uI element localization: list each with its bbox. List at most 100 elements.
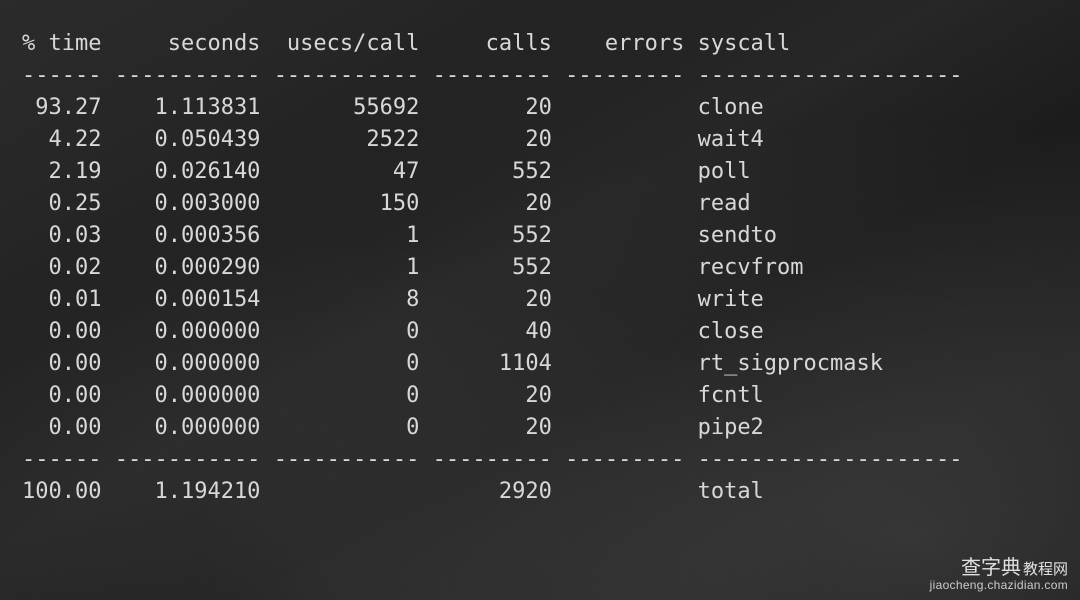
- watermark: 查字典教程网 jiaocheng.chazidian.com: [930, 557, 1068, 592]
- table-row: 0.00 0.000000 0 40 close: [22, 316, 1058, 348]
- cell-pct_time-r8: 0.00: [22, 351, 101, 376]
- header-syscall: syscall: [698, 31, 963, 56]
- divider-seconds: -----------: [115, 63, 261, 88]
- strace-summary-output: % time seconds usecs/call calls errors s…: [0, 0, 1080, 508]
- table-row: 0.00 0.000000 0 20 pipe2: [22, 412, 1058, 444]
- cell-errors-r3: [565, 191, 684, 216]
- cell-calls-r8: 1104: [433, 351, 552, 376]
- cell-syscall-r4: sendto: [698, 223, 963, 248]
- table-row: 2.19 0.026140 47 552 poll: [22, 156, 1058, 188]
- cell-usecs_call-r5: 1: [274, 255, 420, 280]
- watermark-url: jiaocheng.chazidian.com: [930, 579, 1068, 592]
- cell-calls-r5: 552: [433, 255, 552, 280]
- cell-seconds-total: 1.194210: [115, 479, 261, 504]
- cell-pct_time-r4: 0.03: [22, 223, 101, 248]
- table-row: 0.02 0.000290 1 552 recvfrom: [22, 252, 1058, 284]
- cell-syscall-r9: fcntl: [698, 383, 963, 408]
- cell-errors-total: [565, 479, 684, 504]
- header-usecs_call: usecs/call: [274, 31, 420, 56]
- cell-pct_time-total: 100.00: [22, 479, 101, 504]
- cell-seconds-r4: 0.000356: [115, 223, 261, 248]
- cell-seconds-r2: 0.026140: [115, 159, 261, 184]
- table-row: 4.22 0.050439 2522 20 wait4: [22, 124, 1058, 156]
- cell-syscall-r3: read: [698, 191, 963, 216]
- divider-syscall: --------------------: [698, 63, 963, 88]
- header-row: % time seconds usecs/call calls errors s…: [22, 28, 1058, 60]
- header-errors: errors: [565, 31, 684, 56]
- table-row: 0.03 0.000356 1 552 sendto: [22, 220, 1058, 252]
- watermark-title-suffix: 教程网: [1023, 561, 1068, 578]
- cell-pct_time-r1: 4.22: [22, 127, 101, 152]
- header-calls: calls: [433, 31, 552, 56]
- cell-calls-total: 2920: [433, 479, 552, 504]
- cell-syscall-r0: clone: [698, 95, 963, 120]
- divider-pct_time: ------: [22, 63, 101, 88]
- cell-syscall-r5: recvfrom: [698, 255, 963, 280]
- table-row: 93.27 1.113831 55692 20 clone: [22, 92, 1058, 124]
- cell-calls-r0: 20: [433, 95, 552, 120]
- cell-pct_time-r5: 0.02: [22, 255, 101, 280]
- header-seconds: seconds: [115, 31, 261, 56]
- cell-calls-r10: 20: [433, 415, 552, 440]
- cell-pct_time-r10: 0.00: [22, 415, 101, 440]
- divider-errors: ---------: [565, 447, 684, 472]
- cell-usecs_call-r2: 47: [274, 159, 420, 184]
- divider-usecs_call: -----------: [274, 63, 420, 88]
- cell-usecs_call-r9: 0: [274, 383, 420, 408]
- table-row: 0.00 0.000000 0 1104 rt_sigprocmask: [22, 348, 1058, 380]
- cell-syscall-r1: wait4: [698, 127, 963, 152]
- cell-usecs_call-r1: 2522: [274, 127, 420, 152]
- cell-syscall-r2: poll: [698, 159, 963, 184]
- cell-pct_time-r3: 0.25: [22, 191, 101, 216]
- cell-seconds-r1: 0.050439: [115, 127, 261, 152]
- cell-pct_time-r7: 0.00: [22, 319, 101, 344]
- cell-seconds-r7: 0.000000: [115, 319, 261, 344]
- divider-errors: ---------: [565, 63, 684, 88]
- watermark-title: 查字典教程网: [930, 557, 1068, 579]
- cell-errors-r1: [565, 127, 684, 152]
- cell-calls-r3: 20: [433, 191, 552, 216]
- watermark-title-main: 查字典: [961, 557, 1021, 579]
- cell-usecs_call-r10: 0: [274, 415, 420, 440]
- cell-calls-r9: 20: [433, 383, 552, 408]
- cell-syscall-r8: rt_sigprocmask: [698, 351, 963, 376]
- cell-errors-r0: [565, 95, 684, 120]
- cell-errors-r6: [565, 287, 684, 312]
- header-pct_time: % time: [22, 31, 101, 56]
- cell-errors-r4: [565, 223, 684, 248]
- divider-calls: ---------: [433, 63, 552, 88]
- cell-usecs_call-r8: 0: [274, 351, 420, 376]
- cell-syscall-total: total: [698, 479, 963, 504]
- divider-row: ------ ----------- ----------- ---------…: [22, 444, 1058, 476]
- cell-seconds-r6: 0.000154: [115, 287, 261, 312]
- cell-pct_time-r6: 0.01: [22, 287, 101, 312]
- total-row: 100.00 1.194210 2920 total: [22, 476, 1058, 508]
- cell-errors-r5: [565, 255, 684, 280]
- table-row: 0.00 0.000000 0 20 fcntl: [22, 380, 1058, 412]
- cell-usecs_call-r0: 55692: [274, 95, 420, 120]
- cell-seconds-r10: 0.000000: [115, 415, 261, 440]
- cell-pct_time-r2: 2.19: [22, 159, 101, 184]
- divider-pct_time: ------: [22, 447, 101, 472]
- cell-seconds-r9: 0.000000: [115, 383, 261, 408]
- cell-usecs_call-r7: 0: [274, 319, 420, 344]
- cell-errors-r9: [565, 383, 684, 408]
- cell-usecs_call-r4: 1: [274, 223, 420, 248]
- cell-seconds-r0: 1.113831: [115, 95, 261, 120]
- cell-calls-r2: 552: [433, 159, 552, 184]
- cell-calls-r4: 552: [433, 223, 552, 248]
- cell-syscall-r7: close: [698, 319, 963, 344]
- cell-seconds-r5: 0.000290: [115, 255, 261, 280]
- cell-errors-r7: [565, 319, 684, 344]
- table-row: 0.01 0.000154 8 20 write: [22, 284, 1058, 316]
- cell-syscall-r6: write: [698, 287, 963, 312]
- cell-errors-r10: [565, 415, 684, 440]
- table-row: 0.25 0.003000 150 20 read: [22, 188, 1058, 220]
- cell-pct_time-r0: 93.27: [22, 95, 101, 120]
- cell-pct_time-r9: 0.00: [22, 383, 101, 408]
- divider-calls: ---------: [433, 447, 552, 472]
- cell-calls-r1: 20: [433, 127, 552, 152]
- cell-usecs_call-r3: 150: [274, 191, 420, 216]
- divider-seconds: -----------: [115, 447, 261, 472]
- cell-calls-r7: 40: [433, 319, 552, 344]
